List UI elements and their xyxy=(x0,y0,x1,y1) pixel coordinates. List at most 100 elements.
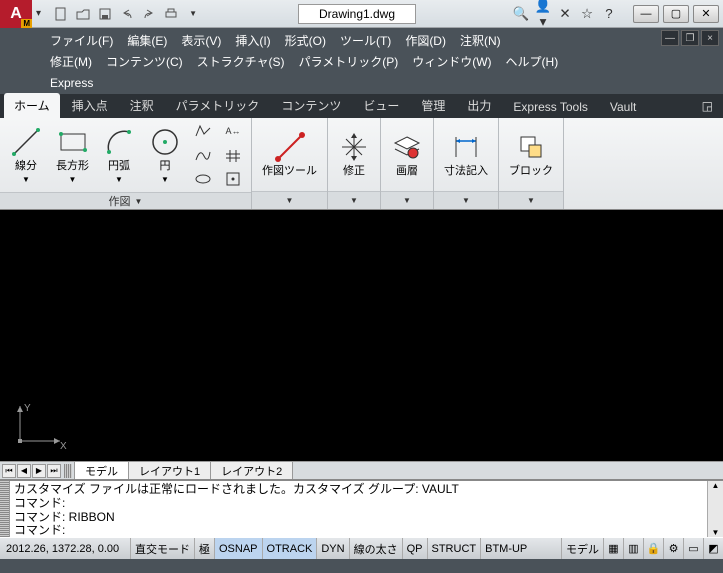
menu-edit[interactable]: 編集(E) xyxy=(127,32,167,49)
tab-output[interactable]: 出力 xyxy=(457,93,501,118)
coordinates[interactable]: 2012.26, 1372.28, 0.00 xyxy=(0,543,130,555)
sb-toolbar-icon[interactable]: ▭ xyxy=(683,538,703,559)
block-button[interactable]: ブロック xyxy=(505,129,557,179)
menu-express[interactable]: Express xyxy=(50,76,93,90)
maximize-button[interactable]: ▢ xyxy=(663,5,689,23)
cmdwin-grip-icon[interactable] xyxy=(0,481,10,537)
panel-drawtools-title[interactable]: ▼ xyxy=(252,191,327,209)
scroll-down-icon[interactable]: ▼ xyxy=(712,528,720,537)
menu-draw[interactable]: 作図(D) xyxy=(405,32,446,49)
save-icon[interactable] xyxy=(95,4,115,24)
layout-first-icon[interactable]: ⏮ xyxy=(2,464,16,478)
panel-modify-title[interactable]: ▼ xyxy=(328,191,380,209)
undo-icon[interactable] xyxy=(117,4,137,24)
sb-annoscale-icon[interactable]: 🔒 xyxy=(643,538,663,559)
sb-cleanscreen-icon[interactable]: ◩ xyxy=(703,538,723,559)
menu-parametric[interactable]: パラメトリック(P) xyxy=(299,53,399,70)
minimize-button[interactable]: — xyxy=(633,5,659,23)
drawing-area[interactable]: Y X xyxy=(0,210,723,461)
dimension-button[interactable]: 寸法記入 xyxy=(440,129,492,179)
app-menu-arrow-icon[interactable]: ▾ xyxy=(32,8,45,19)
menu-help[interactable]: ヘルプ(H) xyxy=(506,53,559,70)
app-menu-button[interactable]: A xyxy=(0,0,32,28)
arc-button[interactable]: 円弧▼ xyxy=(99,124,139,185)
circle-button[interactable]: 円▼ xyxy=(145,124,185,185)
menu-annotate[interactable]: 注釈(N) xyxy=(460,32,501,49)
help-icon[interactable]: ? xyxy=(599,4,619,24)
point-icon[interactable] xyxy=(221,168,245,190)
layout-tab-1[interactable]: レイアウト1 xyxy=(128,461,211,480)
layer-button[interactable]: 画層 xyxy=(387,129,427,179)
scroll-up-icon[interactable]: ▲ xyxy=(712,481,720,490)
quick-access-toolbar: ▼ xyxy=(45,4,209,24)
hatch-icon[interactable] xyxy=(221,144,245,166)
layout-tab-2[interactable]: レイアウト2 xyxy=(210,461,293,480)
panel-layer-title[interactable]: ▼ xyxy=(381,191,433,209)
layout-next-icon[interactable]: ▶ xyxy=(32,464,46,478)
ellipse-icon[interactable] xyxy=(191,168,215,190)
tab-home[interactable]: ホーム xyxy=(4,93,60,118)
modify-button[interactable]: 修正 xyxy=(334,129,374,179)
sb-model[interactable]: モデル xyxy=(561,538,603,559)
panel-block-title[interactable]: ▼ xyxy=(499,191,563,209)
sb-quickview-icon[interactable]: ▦ xyxy=(603,538,623,559)
tab-express[interactable]: Express Tools xyxy=(503,96,597,118)
tab-manage[interactable]: 管理 xyxy=(411,93,455,118)
favorite-icon[interactable]: ☆ xyxy=(577,4,597,24)
menu-content[interactable]: コンテンツ(C) xyxy=(106,53,183,70)
tab-content[interactable]: コンテンツ xyxy=(271,93,351,118)
signin-icon[interactable]: 👤▾ xyxy=(533,4,553,24)
exchange-icon[interactable]: ✕ xyxy=(555,4,575,24)
panel-draw-title[interactable]: 作図▼ xyxy=(0,192,251,209)
sb-osnap[interactable]: OSNAP xyxy=(214,538,262,559)
menu-modify[interactable]: 修正(M) xyxy=(50,53,92,70)
sb-ortho[interactable]: 直交モード xyxy=(130,538,194,559)
mdi-close-button[interactable]: × xyxy=(701,30,719,46)
tab-vault[interactable]: Vault xyxy=(600,96,646,118)
text-icon[interactable]: A↔ xyxy=(221,120,245,142)
redo-icon[interactable] xyxy=(139,4,159,24)
layout-prev-icon[interactable]: ◀ xyxy=(17,464,31,478)
drawtools-button[interactable]: 作図ツール xyxy=(258,129,321,179)
layout-last-icon[interactable]: ⏭ xyxy=(47,464,61,478)
mdi-minimize-button[interactable]: — xyxy=(661,30,679,46)
mdi-restore-button[interactable]: ❐ xyxy=(681,30,699,46)
menu-view[interactable]: 表示(V) xyxy=(181,32,221,49)
open-icon[interactable] xyxy=(73,4,93,24)
ribbon-help-icon[interactable]: ◲ xyxy=(702,99,713,113)
chevron-down-icon: ▼ xyxy=(286,196,294,205)
sb-lwt[interactable]: 線の太さ xyxy=(349,538,402,559)
command-window[interactable]: カスタマイズ ファイルは正常にロードされました。カスタマイズ グループ: VAU… xyxy=(0,479,723,537)
qat-dropdown-icon[interactable]: ▼ xyxy=(183,4,203,24)
layout-grip-icon[interactable] xyxy=(64,464,72,478)
sb-struct[interactable]: STRUCT xyxy=(427,538,481,559)
menu-window[interactable]: ウィンドウ(W) xyxy=(412,53,491,70)
cmdwin-scrollbar[interactable]: ▲▼ xyxy=(707,481,723,537)
line-button[interactable]: 線分▼ xyxy=(6,124,46,185)
tab-parametric[interactable]: パラメトリック xyxy=(166,93,270,118)
layout-tab-model[interactable]: モデル xyxy=(74,461,129,480)
search-icon[interactable]: 🔍 xyxy=(511,4,531,24)
sb-qp[interactable]: QP xyxy=(402,538,427,559)
tab-annotate[interactable]: 注釈 xyxy=(120,93,164,118)
tab-insert[interactable]: 挿入点 xyxy=(62,93,118,118)
panel-dim-title[interactable]: ▼ xyxy=(434,191,498,209)
tab-view[interactable]: ビュー xyxy=(353,93,409,118)
menu-structure[interactable]: ストラクチャ(S) xyxy=(197,53,285,70)
sb-quickview2-icon[interactable]: ▥ xyxy=(623,538,643,559)
sb-btm[interactable]: BTM-UP xyxy=(480,538,531,559)
sb-otrack[interactable]: OTRACK xyxy=(262,538,317,559)
sb-dyn[interactable]: DYN xyxy=(316,538,348,559)
menu-format[interactable]: 形式(O) xyxy=(285,32,326,49)
menu-tools[interactable]: ツール(T) xyxy=(340,32,391,49)
print-icon[interactable] xyxy=(161,4,181,24)
menu-file[interactable]: ファイル(F) xyxy=(50,32,113,49)
close-button[interactable]: ✕ xyxy=(693,5,719,23)
menu-insert[interactable]: 挿入(I) xyxy=(235,32,270,49)
sb-workspace-icon[interactable]: ⚙ xyxy=(663,538,683,559)
rectangle-button[interactable]: 長方形▼ xyxy=(52,124,93,185)
polyline-icon[interactable] xyxy=(191,120,215,142)
sb-polar[interactable]: 極 xyxy=(194,538,214,559)
new-icon[interactable] xyxy=(51,4,71,24)
spline-icon[interactable] xyxy=(191,144,215,166)
